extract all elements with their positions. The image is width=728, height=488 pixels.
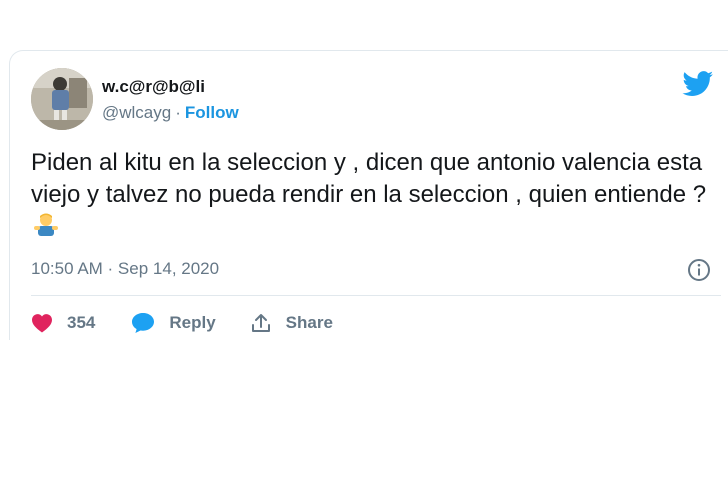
tweet-card: w.c@r@b@li @wlcayg · Follow Piden al kitu … xyxy=(9,50,728,340)
like-button[interactable]: 354 xyxy=(31,313,95,333)
info-icon[interactable] xyxy=(687,258,711,282)
action-bar: 354 Reply Share xyxy=(31,309,333,337)
avatar-image xyxy=(31,68,93,130)
reply-label: Reply xyxy=(169,313,216,332)
speech-bubble-icon xyxy=(132,313,155,333)
man-shrugging-emoji xyxy=(33,212,59,247)
reply-button[interactable]: Reply xyxy=(131,312,216,334)
handle-row: @wlcayg · Follow xyxy=(102,103,239,123)
heart-icon xyxy=(32,314,52,333)
user-handle[interactable]: @wlcayg xyxy=(102,103,171,122)
tweet-timestamp[interactable]: 10:50 AM · Sep 14, 2020 xyxy=(31,259,219,279)
twitter-bird-icon[interactable] xyxy=(682,71,714,97)
tweet-text-block: Piden al kitu en la seleccion y , dicen … xyxy=(31,147,711,247)
avatar[interactable] xyxy=(31,68,93,130)
display-name[interactable]: w.c@r@b@li xyxy=(102,77,205,97)
like-count: 354 xyxy=(67,313,96,332)
follow-button[interactable]: Follow xyxy=(185,103,239,122)
share-button[interactable]: Share xyxy=(250,312,333,334)
share-label: Share xyxy=(285,313,333,332)
tweet-text: Piden al kitu en la seleccion y , dicen … xyxy=(31,149,707,208)
separator-dot: · xyxy=(175,103,181,122)
share-arrow-icon xyxy=(251,314,270,332)
divider xyxy=(31,295,721,296)
